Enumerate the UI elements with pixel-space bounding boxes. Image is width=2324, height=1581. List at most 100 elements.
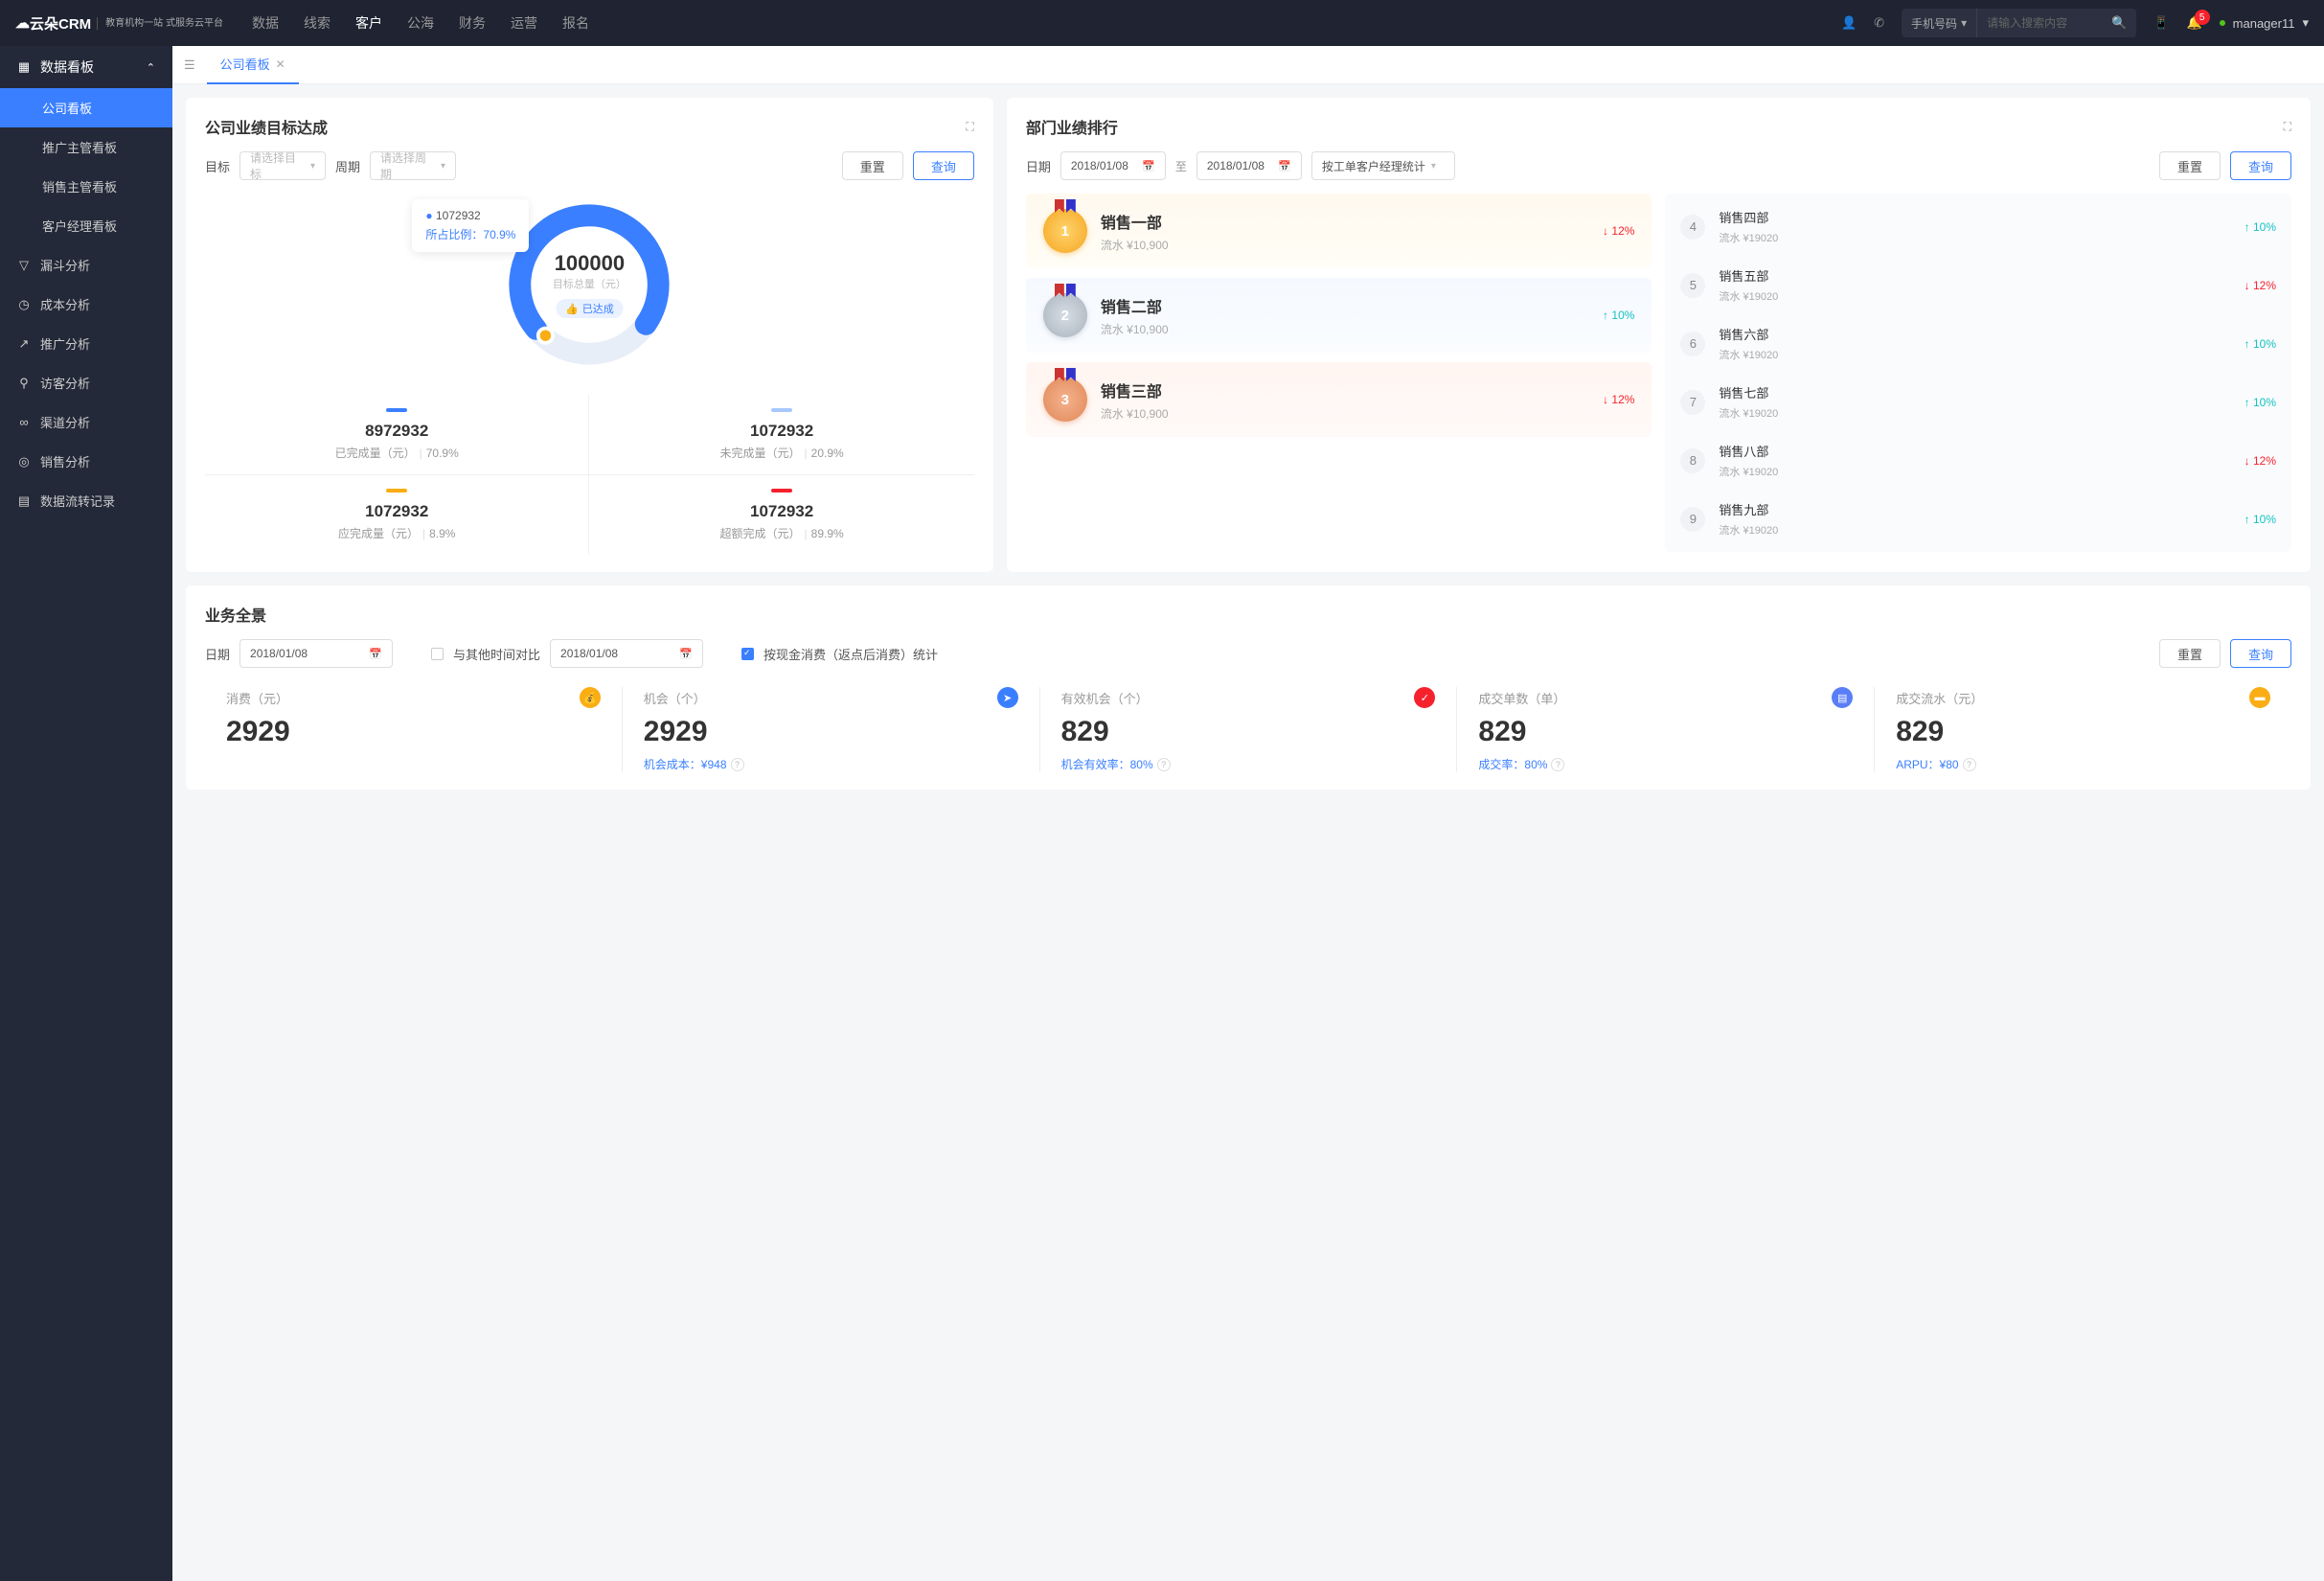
sidebar-item[interactable]: ◎销售分析 bbox=[0, 442, 172, 481]
query-button[interactable]: 查询 bbox=[2230, 151, 2291, 180]
compare-checkbox[interactable] bbox=[431, 648, 444, 660]
topnav-item[interactable]: 客户 bbox=[355, 13, 382, 33]
topnav-item[interactable]: 线索 bbox=[304, 13, 330, 33]
sidebar-item[interactable]: 公司看板 bbox=[0, 88, 172, 127]
calendar-icon: 📅 bbox=[1142, 160, 1155, 172]
user-icon[interactable]: 👤 bbox=[1841, 15, 1857, 31]
sidebar-item[interactable]: ↗推广分析 bbox=[0, 324, 172, 363]
sidebar-item[interactable]: ▽漏斗分析 bbox=[0, 245, 172, 285]
rank-top-item[interactable]: 3销售三部流水 ¥10,90012% bbox=[1026, 362, 1652, 437]
overview-date-input[interactable]: 2018/01/08📅 bbox=[239, 639, 393, 668]
rank-number: 7 bbox=[1680, 390, 1705, 415]
help-icon[interactable]: ? bbox=[1963, 758, 1976, 771]
search-input[interactable] bbox=[1977, 16, 2102, 30]
rank-top-item[interactable]: 2销售二部流水 ¥10,90010% bbox=[1026, 278, 1652, 353]
mobile-icon[interactable]: 📱 bbox=[2153, 15, 2169, 31]
topnav-item[interactable]: 报名 bbox=[562, 13, 589, 33]
sidebar-group-dashboard[interactable]: ▦ 数据看板 ⌃ bbox=[0, 46, 172, 88]
rank-top-item[interactable]: 1销售一部流水 ¥10,90012% bbox=[1026, 194, 1652, 268]
query-button[interactable]: 查询 bbox=[913, 151, 974, 180]
goal-title: 公司业绩目标达成 bbox=[205, 115, 328, 138]
sidebar-item[interactable]: ⚲访客分析 bbox=[0, 363, 172, 402]
collapse-sidebar-icon[interactable]: ☰ bbox=[184, 57, 195, 73]
app-header: ☁云朵CRM 教育机构一站 式服务云平台 数据线索客户公海财务运营报名 👤 ✆ … bbox=[0, 0, 2324, 46]
chevron-up-icon: ⌃ bbox=[147, 61, 155, 74]
kpi-item: 机会（个）➤2929机会成本：¥948 ? bbox=[623, 687, 1040, 772]
goal-stat: 1072932超额完成（元）|89.9% bbox=[589, 475, 973, 555]
rank-row[interactable]: 9销售九部流水 ¥1902010% bbox=[1665, 490, 2291, 548]
stat-by-select[interactable]: 按工单客户经理统计 bbox=[1311, 151, 1455, 180]
top-nav: 数据 线索 客户 公海 财务 运营 报名 bbox=[252, 13, 1841, 33]
ranking-list: 4销售四部流水 ¥1902010%5销售五部流水 ¥1902012%6销售六部流… bbox=[1665, 194, 2291, 552]
target-label: 目标 bbox=[205, 157, 230, 175]
rank-row[interactable]: 8销售八部流水 ¥1902012% bbox=[1665, 431, 2291, 490]
sidebar-item[interactable]: ▤数据流转记录 bbox=[0, 481, 172, 520]
tab-bar: ☰ 公司看板 ✕ bbox=[172, 46, 2324, 84]
target-select[interactable]: 请选择目标 bbox=[239, 151, 326, 180]
sidebar-icon: ◎ bbox=[17, 454, 31, 470]
sidebar-icon: ▽ bbox=[17, 258, 31, 273]
sidebar-item[interactable]: 客户经理看板 bbox=[0, 206, 172, 245]
kpi-icon: ▬ bbox=[2249, 687, 2270, 708]
kpi-icon: 💰 bbox=[580, 687, 601, 708]
goal-status-tag: 👍 已达成 bbox=[556, 299, 624, 318]
goal-total-label: 目标总量（元） bbox=[553, 276, 627, 291]
sidebar-icon: ◷ bbox=[17, 297, 31, 312]
topnav-item[interactable]: 数据 bbox=[252, 13, 279, 33]
rank-row[interactable]: 6销售六部流水 ¥1902010% bbox=[1665, 314, 2291, 373]
reset-button[interactable]: 重置 bbox=[842, 151, 903, 180]
goal-card: 公司业绩目标达成 ⛶ 目标 请选择目标 周期 请选择周期 重置 查询 bbox=[186, 98, 993, 572]
notification-badge: 5 bbox=[2195, 10, 2210, 25]
topnav-item[interactable]: 运营 bbox=[511, 13, 537, 33]
phone-icon[interactable]: ✆ bbox=[1874, 15, 1884, 31]
date-to-input[interactable]: 2018/01/08📅 bbox=[1196, 151, 1302, 180]
overview-title: 业务全景 bbox=[205, 603, 2291, 626]
stat-option-label: 按现金消费（返点后消费）统计 bbox=[763, 645, 938, 663]
kpi-icon: ✓ bbox=[1414, 687, 1435, 708]
kpi-item: 有效机会（个）✓829机会有效率：80% ? bbox=[1040, 687, 1458, 772]
user-menu[interactable]: manager11 ▾ bbox=[2220, 15, 2309, 31]
stat-option-checkbox[interactable] bbox=[741, 648, 754, 660]
notification-icon[interactable]: 🔔5 bbox=[2186, 15, 2201, 31]
sidebar-icon: ↗ bbox=[17, 336, 31, 352]
kpi-icon: ➤ bbox=[997, 687, 1018, 708]
sidebar-item[interactable]: ◷成本分析 bbox=[0, 285, 172, 324]
rank-row[interactable]: 4销售四部流水 ¥1902010% bbox=[1665, 197, 2291, 256]
search-icon[interactable]: 🔍 bbox=[2102, 15, 2136, 31]
close-icon[interactable]: ✕ bbox=[276, 57, 285, 71]
compare-label: 与其他时间对比 bbox=[453, 645, 540, 663]
sidebar-item[interactable]: 销售主管看板 bbox=[0, 167, 172, 206]
rank-number: 5 bbox=[1680, 273, 1705, 298]
sidebar-item[interactable]: ∞渠道分析 bbox=[0, 402, 172, 442]
medal-icon: 2 bbox=[1043, 293, 1087, 337]
rank-row[interactable]: 5销售五部流水 ¥1902012% bbox=[1665, 256, 2291, 314]
help-icon[interactable]: ? bbox=[1551, 758, 1564, 771]
reset-button[interactable]: 重置 bbox=[2159, 639, 2221, 668]
sidebar-item[interactable]: 推广主管看板 bbox=[0, 127, 172, 167]
logo-mark: ☁云朵CRM bbox=[15, 13, 91, 34]
help-icon[interactable]: ? bbox=[731, 758, 744, 771]
expand-icon[interactable]: ⛶ bbox=[2284, 120, 2291, 134]
chart-tooltip: 1072932 所占比例：70.9% bbox=[412, 199, 529, 252]
date-from-input[interactable]: 2018/01/08📅 bbox=[1060, 151, 1166, 180]
goal-stat: 1072932应完成量（元）|8.9% bbox=[205, 475, 589, 555]
main-content: ☰ 公司看板 ✕ 公司业绩目标达成 ⛶ 目标 请选择目标 周期 bbox=[172, 46, 2324, 1581]
expand-icon[interactable]: ⛶ bbox=[966, 120, 973, 134]
topnav-item[interactable]: 财务 bbox=[459, 13, 486, 33]
search-type-select[interactable]: 手机号码 ▾ bbox=[1902, 9, 1977, 37]
tab-company-board[interactable]: 公司看板 ✕ bbox=[207, 46, 299, 84]
kpi-item: 成交单数（单）▤829成交率：80% ? bbox=[1457, 687, 1875, 772]
header-tools: 👤 ✆ 手机号码 ▾ 🔍 📱 🔔5 manager11 ▾ bbox=[1841, 9, 2309, 37]
period-select[interactable]: 请选择周期 bbox=[370, 151, 456, 180]
date-label: 日期 bbox=[205, 645, 230, 663]
reset-button[interactable]: 重置 bbox=[2159, 151, 2221, 180]
medal-icon: 1 bbox=[1043, 209, 1087, 253]
help-icon[interactable]: ? bbox=[1157, 758, 1171, 771]
kpi-row: 消费（元）💰2929机会（个）➤2929机会成本：¥948 ?有效机会（个）✓8… bbox=[205, 687, 2291, 772]
rank-number: 4 bbox=[1680, 215, 1705, 240]
query-button[interactable]: 查询 bbox=[2230, 639, 2291, 668]
topnav-item[interactable]: 公海 bbox=[407, 13, 434, 33]
rank-row[interactable]: 7销售七部流水 ¥1902010% bbox=[1665, 373, 2291, 431]
kpi-icon: ▤ bbox=[1832, 687, 1853, 708]
compare-date-input[interactable]: 2018/01/08📅 bbox=[550, 639, 703, 668]
